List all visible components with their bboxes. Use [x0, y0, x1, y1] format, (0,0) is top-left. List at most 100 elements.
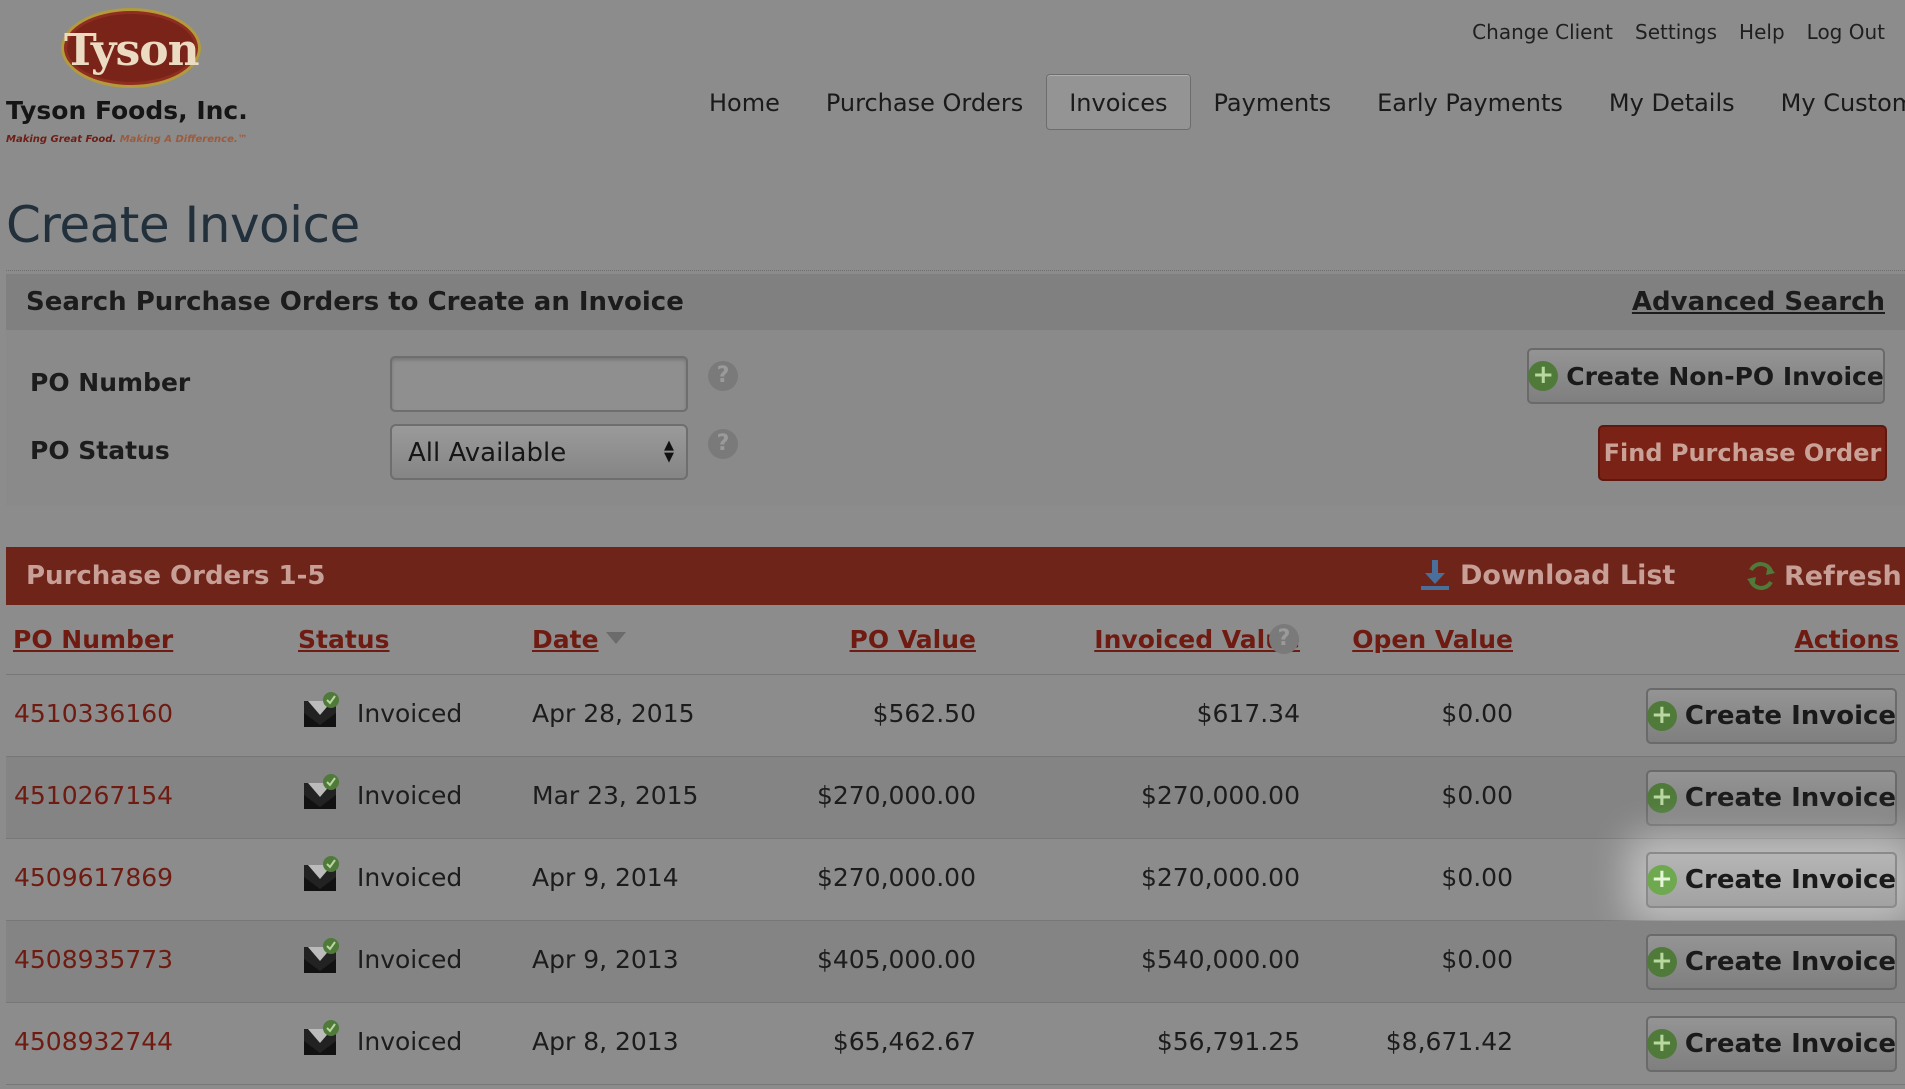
- invoiced-status-icon: [304, 1020, 339, 1055]
- table-row: 4510336160 Invoiced Apr 28, 2015 $562.50 $61…: [6, 675, 1905, 757]
- tagline-part-b: Making A Difference.™: [119, 134, 248, 145]
- po-value: $65,462.67: [832, 1027, 976, 1056]
- open-value: $0.00: [1441, 781, 1513, 810]
- open-value: $0.00: [1441, 945, 1513, 974]
- nav-purchase-orders[interactable]: Purchase Orders: [803, 74, 1046, 130]
- table-row: 4510267154 Invoiced Mar 23, 2015 $270,000.0…: [6, 757, 1905, 839]
- change-client-link[interactable]: Change Client: [1472, 20, 1613, 44]
- search-panel-header: Search Purchase Orders to Create an Invo…: [6, 274, 1905, 330]
- po-date: Apr 28, 2015: [532, 699, 695, 728]
- po-date: Apr 8, 2013: [532, 1027, 679, 1056]
- title-divider: [6, 270, 1905, 271]
- po-value: $270,000.00: [816, 863, 976, 892]
- column-header-po-value[interactable]: PO Value: [850, 625, 976, 654]
- column-header-po-number[interactable]: PO Number: [13, 625, 173, 654]
- po-number-help-icon[interactable]: ?: [708, 361, 738, 391]
- table-row: 4508932744 Invoiced Apr 8, 2013 $65,462.67 $…: [6, 1003, 1905, 1085]
- column-header-open-value[interactable]: Open Value: [1352, 625, 1513, 654]
- plus-circle-icon: +: [1528, 361, 1559, 391]
- download-list-label: Download List: [1460, 559, 1676, 591]
- nav-my-details[interactable]: My Details: [1586, 74, 1758, 130]
- refresh-button[interactable]: Refresh: [1744, 559, 1902, 593]
- advanced-search-link[interactable]: Advanced Search: [1632, 287, 1885, 317]
- plus-circle-icon: +: [1646, 947, 1677, 977]
- open-value: $0.00: [1441, 699, 1513, 728]
- invoiced-status-icon: [304, 856, 339, 891]
- logo-oval: Tyson: [61, 8, 201, 88]
- nav-invoices[interactable]: Invoices: [1046, 74, 1191, 130]
- po-value: $405,000.00: [816, 945, 976, 974]
- invoiced-value-help-icon[interactable]: ?: [1269, 624, 1299, 654]
- po-number-link[interactable]: 4508935773: [14, 945, 173, 974]
- table-row: 4509617869 Invoiced Apr 9, 2014 $270,000.00…: [6, 839, 1905, 921]
- po-status-select[interactable]: All Available ▲ ▼: [390, 424, 688, 480]
- po-date: Apr 9, 2014: [532, 863, 679, 892]
- create-invoice-button[interactable]: + Create Invoice: [1646, 770, 1897, 826]
- po-value: $270,000.00: [816, 781, 976, 810]
- search-heading: Search Purchase Orders to Create an Invo…: [26, 287, 684, 317]
- status-text: Invoiced: [357, 945, 463, 974]
- invoiced-value: $270,000.00: [1140, 863, 1300, 892]
- invoiced-value: $56,791.25: [1156, 1027, 1300, 1056]
- column-header-actions: Actions: [1794, 625, 1899, 654]
- create-invoice-button[interactable]: + Create Invoice: [1646, 1016, 1897, 1072]
- create-invoice-button[interactable]: + Create Invoice: [1646, 688, 1897, 744]
- results-title: Purchase Orders 1-5: [26, 561, 326, 591]
- po-number-link[interactable]: 4510336160: [14, 699, 173, 728]
- po-value: $562.50: [872, 699, 976, 728]
- plus-circle-icon: +: [1646, 1029, 1677, 1059]
- create-invoice-label: Create Invoice: [1684, 947, 1897, 977]
- nav-home[interactable]: Home: [686, 74, 803, 130]
- po-number-input[interactable]: [390, 356, 688, 412]
- invoiced-status-icon: [304, 938, 339, 973]
- invoiced-value: $270,000.00: [1140, 781, 1300, 810]
- create-invoice-label: Create Invoice: [1684, 701, 1897, 731]
- table-row: 4508935773 Invoiced Apr 9, 2013 $405,000.00…: [6, 921, 1905, 1003]
- sort-descending-icon[interactable]: [606, 632, 626, 644]
- status-text: Invoiced: [357, 863, 463, 892]
- po-date: Mar 23, 2015: [532, 781, 699, 810]
- table-header-row: PO Number Status Date PO Value Invoiced …: [6, 605, 1905, 675]
- column-header-status[interactable]: Status: [298, 625, 389, 654]
- search-panel: Search Purchase Orders to Create an Invo…: [6, 274, 1905, 506]
- company-tagline: Making Great Food. Making A Difference.™: [6, 134, 248, 145]
- po-status-value: All Available: [408, 438, 567, 468]
- create-invoice-label: Create Invoice: [1684, 1029, 1897, 1059]
- po-number-label: PO Number: [30, 368, 191, 397]
- nav-early-payments[interactable]: Early Payments: [1354, 74, 1586, 130]
- po-status-help-icon[interactable]: ?: [708, 429, 738, 459]
- settings-link[interactable]: Settings: [1635, 20, 1717, 44]
- help-link[interactable]: Help: [1739, 20, 1785, 44]
- page-title: Create Invoice: [6, 196, 360, 254]
- nav-payments[interactable]: Payments: [1191, 74, 1355, 130]
- results-header-bar: Purchase Orders 1-5 Download List Refres…: [6, 547, 1905, 605]
- status-text: Invoiced: [357, 1027, 463, 1056]
- column-header-date[interactable]: Date: [532, 625, 599, 654]
- tyson-logo[interactable]: Tyson Tyson Foods, Inc. Making Great Foo…: [6, 6, 266, 146]
- po-status-label: PO Status: [30, 436, 170, 465]
- po-number-link[interactable]: 4509617869: [14, 863, 173, 892]
- download-icon: [1421, 560, 1449, 590]
- main-nav: Home Purchase Orders Invoices Payments E…: [686, 74, 1905, 130]
- po-number-link[interactable]: 4508932744: [14, 1027, 173, 1056]
- create-non-po-invoice-label: Create Non-PO Invoice: [1566, 361, 1884, 391]
- nav-my-customer[interactable]: My Customer: [1758, 74, 1905, 130]
- po-number-link[interactable]: 4510267154: [14, 781, 173, 810]
- open-value: $8,671.42: [1385, 1027, 1513, 1056]
- create-invoice-button[interactable]: + Create Invoice: [1646, 852, 1897, 908]
- refresh-label: Refresh: [1784, 560, 1902, 592]
- find-purchase-order-button[interactable]: Find Purchase Order: [1598, 425, 1887, 481]
- tagline-part-a: Making Great Food.: [6, 134, 117, 145]
- download-list-button[interactable]: Download List: [1420, 559, 1675, 591]
- open-value: $0.00: [1441, 863, 1513, 892]
- plus-circle-icon: +: [1646, 701, 1677, 731]
- create-invoice-label: Create Invoice: [1684, 865, 1897, 895]
- plus-circle-icon: +: [1646, 783, 1677, 813]
- invoiced-value: $617.34: [1196, 699, 1300, 728]
- create-invoice-button[interactable]: + Create Invoice: [1646, 934, 1897, 990]
- log-out-link[interactable]: Log Out: [1807, 20, 1885, 44]
- company-name: Tyson Foods, Inc.: [6, 96, 248, 125]
- status-text: Invoiced: [357, 699, 463, 728]
- status-text: Invoiced: [357, 781, 463, 810]
- create-non-po-invoice-button[interactable]: + Create Non-PO Invoice: [1527, 348, 1885, 404]
